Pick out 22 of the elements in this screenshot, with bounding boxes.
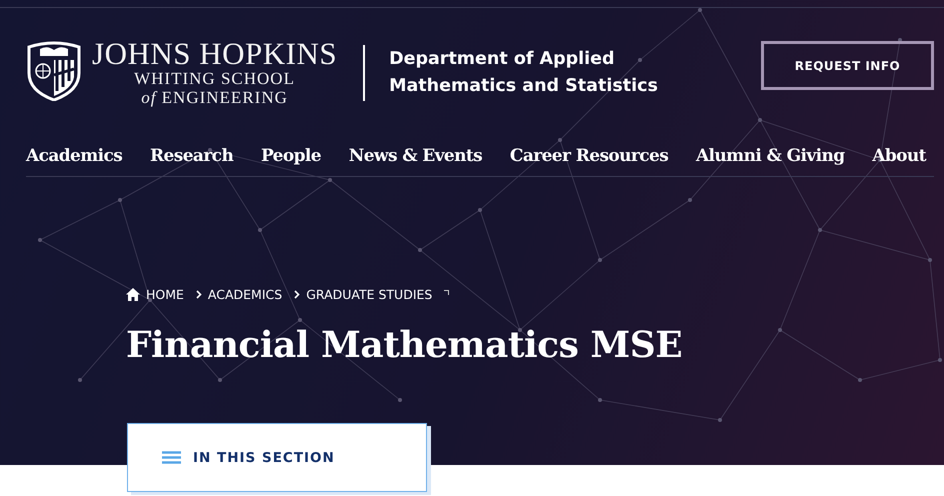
breadcrumb-link[interactable]: ACADEMICS [208, 287, 282, 302]
corner-mark-icon [444, 290, 450, 295]
home-icon [126, 288, 140, 301]
university-name: JOHNS HOPKINS [92, 38, 338, 68]
chevron-icon [294, 290, 300, 299]
nav-link[interactable]: Research [150, 146, 234, 170]
request-info-button[interactable]: REQUEST INFO [761, 41, 934, 90]
nav-link[interactable]: Career Resources [510, 146, 668, 170]
shield-logo-icon[interactable] [26, 38, 82, 100]
menu-icon [162, 451, 181, 464]
breadcrumb-link[interactable]: HOME [146, 287, 184, 302]
nav-link[interactable]: Alumni & Giving [696, 146, 845, 170]
nav-link[interactable]: People [260, 146, 321, 170]
nav-link[interactable]: Academics [26, 146, 122, 170]
nav-link[interactable]: About [872, 146, 926, 170]
nav-link[interactable]: News & Events [348, 146, 482, 170]
school-name: WHITING SCHOOL [134, 68, 295, 88]
chevron-icon [196, 290, 202, 299]
department-name: Department of Applied Mathematics and Statistics [363, 44, 658, 100]
breadcrumb-link[interactable]: GRADUATE STUDIES [306, 287, 432, 302]
school-name: of ENGINEERING [141, 88, 288, 106]
page-title: Financial Mathematics MSE [126, 324, 684, 366]
